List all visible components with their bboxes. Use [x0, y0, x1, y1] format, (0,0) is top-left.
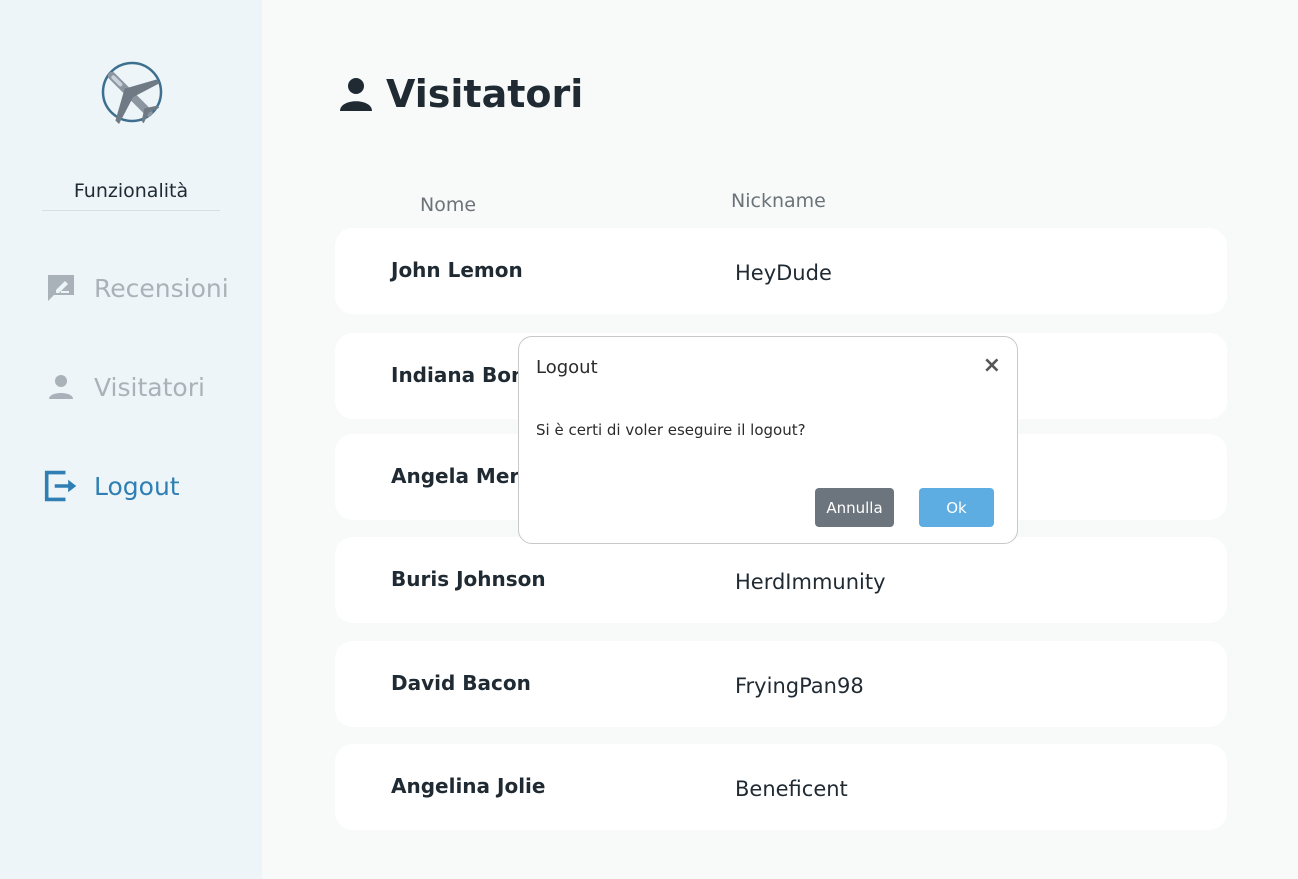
column-header-nome: Nome: [420, 194, 477, 216]
table-row[interactable]: Buris Johnson HerdImmunity: [335, 537, 1227, 623]
sidebar-item-logout[interactable]: Logout: [44, 469, 180, 503]
visitor-nickname: Beneficent: [735, 777, 848, 801]
sidebar: Funzionalità Recensioni Visitatori Logou…: [0, 0, 262, 879]
sidebar-section-title: Funzionalità: [42, 180, 220, 211]
visitor-name: John Lemon: [391, 258, 523, 282]
person-icon: [338, 76, 374, 112]
logout-icon: [44, 469, 78, 503]
column-header-nickname: Nickname: [731, 190, 826, 212]
page-title: Visitatori: [338, 72, 583, 116]
modal-title: Logout: [536, 357, 598, 378]
visitor-name: Angela Mer...: [391, 464, 540, 488]
logout-modal: Logout × Si è certi di voler eseguire il…: [518, 336, 1018, 544]
sidebar-item-visitatori[interactable]: Visitatori: [44, 370, 205, 404]
visitor-nickname: FryingPan98: [735, 674, 864, 698]
close-icon[interactable]: ×: [983, 353, 1001, 378]
visitor-nickname: HerdImmunity: [735, 570, 886, 594]
visitor-name: Buris Johnson: [391, 567, 546, 591]
table-row[interactable]: Angelina Jolie Beneficent: [335, 744, 1227, 830]
table-row[interactable]: David Bacon FryingPan98: [335, 641, 1227, 727]
ok-button[interactable]: Ok: [919, 488, 994, 527]
visitor-name: David Bacon: [391, 671, 531, 695]
sidebar-item-label: Recensioni: [94, 273, 229, 303]
modal-message: Si è certi di voler eseguire il logout?: [536, 421, 806, 439]
airplane-logo-icon: [96, 60, 166, 130]
visitor-name: Angelina Jolie: [391, 774, 546, 798]
table-row[interactable]: John Lemon HeyDude: [335, 228, 1227, 314]
page-title-text: Visitatori: [386, 72, 584, 116]
sidebar-item-label: Logout: [94, 471, 180, 501]
sidebar-item-recensioni[interactable]: Recensioni: [44, 271, 229, 305]
cancel-button[interactable]: Annulla: [815, 488, 894, 527]
review-icon: [44, 271, 78, 305]
person-icon: [44, 370, 78, 404]
sidebar-item-label: Visitatori: [94, 372, 205, 402]
visitor-nickname: HeyDude: [735, 261, 832, 285]
